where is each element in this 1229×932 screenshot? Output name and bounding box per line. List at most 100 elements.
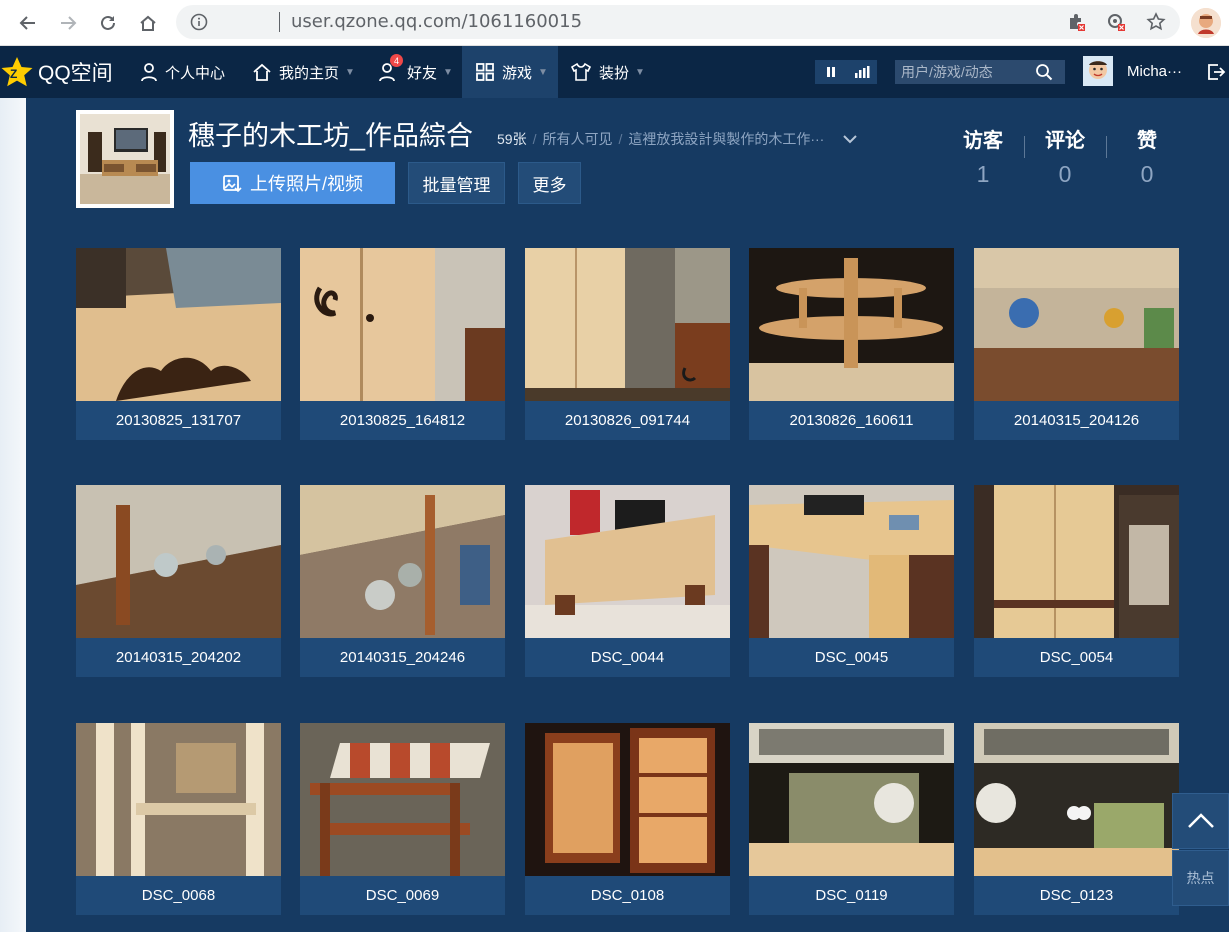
photo-card[interactable]: DSC_0123 bbox=[974, 723, 1179, 915]
chevron-down-icon: ▼ bbox=[538, 66, 548, 78]
chevron-up-icon bbox=[1187, 813, 1214, 828]
nav-friends[interactable]: 4 好友 ▼ bbox=[378, 46, 453, 98]
search-input[interactable] bbox=[895, 64, 1035, 80]
nav-personal-center[interactable]: 个人中心 bbox=[140, 46, 225, 98]
url-separator bbox=[279, 12, 280, 32]
forward-icon[interactable] bbox=[53, 8, 83, 38]
album-cover[interactable] bbox=[76, 110, 174, 208]
upload-button-label: 上传照片/视频 bbox=[249, 174, 363, 194]
back-to-top-button[interactable] bbox=[1172, 793, 1229, 849]
photo-caption[interactable]: DSC_0069 bbox=[300, 876, 505, 915]
photo-thumbnail bbox=[525, 723, 730, 876]
photo-caption[interactable]: 20140315_204202 bbox=[76, 638, 281, 677]
friends-badge: 4 bbox=[390, 54, 403, 67]
view-toggle bbox=[815, 60, 877, 84]
photo-caption[interactable]: 20130825_131707 bbox=[76, 401, 281, 440]
hot-topics-button[interactable]: 热点 bbox=[1172, 850, 1229, 906]
photo-card[interactable]: 20140315_204246 bbox=[300, 485, 505, 677]
chevron-down-icon: ▼ bbox=[443, 66, 453, 78]
photo-caption[interactable]: 20140315_204126 bbox=[974, 401, 1179, 440]
photo-thumbnail bbox=[300, 248, 505, 401]
photo-card[interactable]: DSC_0054 bbox=[974, 485, 1179, 677]
photo-card[interactable]: 20130825_131707 bbox=[76, 248, 281, 440]
photo-caption[interactable]: DSC_0044 bbox=[525, 638, 730, 677]
bar-chart-icon[interactable] bbox=[846, 60, 877, 84]
photo-caption[interactable]: 20130826_160611 bbox=[749, 401, 954, 440]
star-icon[interactable] bbox=[1146, 12, 1166, 32]
browser-toolbar: user.qzone.qq.com/1061160015 bbox=[0, 0, 1229, 46]
photo-caption[interactable]: DSC_0108 bbox=[525, 876, 730, 915]
info-icon[interactable] bbox=[190, 13, 208, 31]
browser-profile-avatar[interactable] bbox=[1191, 8, 1221, 38]
chevron-down-icon: ▼ bbox=[345, 66, 355, 78]
stat-value: 0 bbox=[1140, 161, 1154, 187]
album-meta: 59张 / 所有人可见 / 這裡放我設計與製作的木工作··· bbox=[497, 129, 858, 149]
meta-separator: / bbox=[532, 131, 537, 147]
stat-label: 访客 bbox=[963, 130, 1003, 152]
home-icon[interactable] bbox=[133, 8, 163, 38]
photo-count: 59张 bbox=[497, 131, 527, 147]
photo-caption[interactable]: DSC_0119 bbox=[749, 876, 954, 915]
photo-card[interactable]: 20140315_204202 bbox=[76, 485, 281, 677]
pause-icon[interactable] bbox=[815, 60, 846, 84]
photo-caption[interactable]: DSC_0045 bbox=[749, 638, 954, 677]
photo-thumbnail bbox=[300, 485, 505, 638]
more-button[interactable]: 更多 bbox=[518, 162, 581, 204]
stat-label: 赞 bbox=[1137, 130, 1157, 152]
stat-likes[interactable]: 赞 0 bbox=[1106, 124, 1188, 188]
logout-icon[interactable] bbox=[1206, 62, 1226, 87]
qzone-search bbox=[895, 60, 1065, 84]
username[interactable]: Micha··· bbox=[1127, 63, 1182, 80]
album-description: 這裡放我設計與製作的木工作··· bbox=[628, 131, 825, 147]
qzone-star-icon: Z bbox=[1, 57, 33, 87]
shield-icon[interactable] bbox=[1106, 12, 1126, 32]
photo-caption[interactable]: DSC_0123 bbox=[974, 876, 1179, 915]
upload-button[interactable]: 上传照片/视频 bbox=[190, 162, 395, 204]
expand-chevron-icon[interactable] bbox=[842, 131, 858, 147]
qzone-logo[interactable]: Z QQ空间 bbox=[0, 56, 113, 88]
photo-card[interactable]: DSC_0044 bbox=[525, 485, 730, 677]
more-button-label: 更多 bbox=[532, 175, 567, 195]
photo-card[interactable]: DSC_0068 bbox=[76, 723, 281, 915]
stat-visitors[interactable]: 访客 1 bbox=[942, 124, 1024, 188]
photo-card[interactable]: 20140315_204126 bbox=[974, 248, 1179, 440]
nav-dress-up[interactable]: 装扮 ▼ bbox=[570, 46, 645, 98]
stat-label: 评论 bbox=[1045, 130, 1085, 152]
photo-caption[interactable]: 20130825_164812 bbox=[300, 401, 505, 440]
photo-card[interactable]: DSC_0069 bbox=[300, 723, 505, 915]
nav-games[interactable]: 游戏 ▼ bbox=[462, 46, 558, 98]
photo-thumbnail bbox=[974, 723, 1179, 876]
photo-caption[interactable]: 20140315_204246 bbox=[300, 638, 505, 677]
extension-icon[interactable] bbox=[1066, 12, 1086, 32]
chevron-down-icon: ▼ bbox=[635, 66, 645, 78]
photo-thumbnail bbox=[300, 723, 505, 876]
svg-text:Z: Z bbox=[10, 67, 17, 81]
photo-thumbnail bbox=[749, 485, 954, 638]
photo-card[interactable]: 20130826_091744 bbox=[525, 248, 730, 440]
photo-thumbnail bbox=[974, 248, 1179, 401]
nav-my-homepage[interactable]: 我的主页 ▼ bbox=[252, 46, 355, 98]
batch-manage-label: 批量管理 bbox=[422, 175, 491, 195]
reload-icon[interactable] bbox=[93, 8, 123, 38]
grid-icon bbox=[476, 63, 494, 81]
photo-card[interactable]: DSC_0108 bbox=[525, 723, 730, 915]
user-avatar[interactable] bbox=[1083, 56, 1113, 86]
photo-thumbnail bbox=[525, 248, 730, 401]
photo-card[interactable]: DSC_0045 bbox=[749, 485, 954, 677]
nav-friends-label: 好友 bbox=[407, 64, 438, 82]
batch-manage-button[interactable]: 批量管理 bbox=[408, 162, 505, 204]
photo-card[interactable]: DSC_0119 bbox=[749, 723, 954, 915]
address-bar[interactable]: user.qzone.qq.com/1061160015 bbox=[176, 5, 1180, 39]
album-visibility[interactable]: 所有人可见 bbox=[542, 129, 612, 149]
url-text[interactable]: user.qzone.qq.com/1061160015 bbox=[291, 11, 582, 32]
photo-caption[interactable]: DSC_0054 bbox=[974, 638, 1179, 677]
album-stats: 访客 1 评论 0 赞 0 bbox=[942, 124, 1188, 188]
search-icon[interactable] bbox=[1035, 63, 1053, 81]
photo-caption[interactable]: DSC_0068 bbox=[76, 876, 281, 915]
photo-card[interactable]: 20130826_160611 bbox=[749, 248, 954, 440]
stat-comments[interactable]: 评论 0 bbox=[1024, 124, 1106, 188]
back-icon[interactable] bbox=[13, 8, 43, 38]
meta-separator: / bbox=[618, 131, 623, 147]
photo-card[interactable]: 20130825_164812 bbox=[300, 248, 505, 440]
photo-caption[interactable]: 20130826_091744 bbox=[525, 401, 730, 440]
